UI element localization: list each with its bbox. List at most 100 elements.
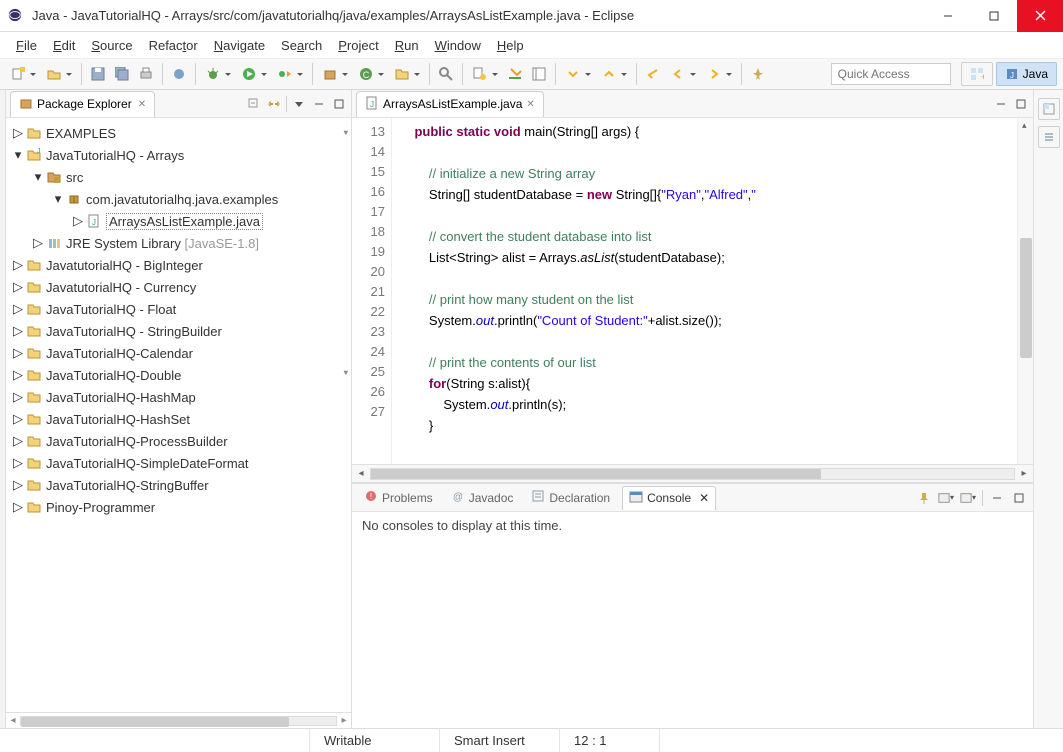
java-perspective-label: Java [1023, 67, 1048, 81]
tree-row[interactable]: ▷JavaTutorialHQ-HashMap [6, 386, 351, 408]
tree-row[interactable]: ▷JRE System Library [JavaSE-1.8] [6, 232, 351, 254]
library-icon [46, 235, 62, 251]
tab-javadoc[interactable]: @Javadoc [445, 486, 520, 509]
back-button[interactable] [666, 63, 700, 85]
line-gutter[interactable]: 131415161718192021222324252627 [352, 118, 392, 464]
search-button[interactable] [468, 63, 502, 85]
package-tree[interactable]: ▷EXAMPLES ▾JJavaTutorialHQ - Arrays ▾src… [6, 118, 351, 712]
open-type-button[interactable] [435, 63, 457, 85]
java-file-icon: J [86, 213, 102, 229]
tree-row[interactable]: ▷EXAMPLES [6, 122, 351, 144]
editor-tab[interactable]: J ArraysAsListExample.java ✕ [356, 91, 544, 117]
tree-row[interactable]: ▾src [6, 166, 351, 188]
menu-file[interactable]: File [8, 35, 45, 56]
minimize-console-button[interactable] [989, 490, 1005, 506]
restore-view-button[interactable] [1038, 98, 1060, 120]
tree-row[interactable]: ▷JavaTutorialHQ - StringBuilder [6, 320, 351, 342]
maximize-button[interactable] [971, 0, 1017, 32]
tree-row[interactable]: ▾com.javatutorialhq.java.examples [6, 188, 351, 210]
package-explorer-tab[interactable]: Package Explorer ✕ [10, 91, 155, 117]
minimize-editor-button[interactable] [993, 96, 1009, 112]
forward-button[interactable] [702, 63, 736, 85]
debug-button[interactable] [201, 63, 235, 85]
editor-hscroll[interactable]: ◂▸ [352, 464, 1033, 482]
tree-row[interactable]: ▷JavatutorialHQ - BigInteger [6, 254, 351, 276]
svg-text:J: J [1010, 71, 1014, 80]
tree-row[interactable]: ▷JavaTutorialHQ-StringBuffer [6, 474, 351, 496]
pin-editor-button[interactable] [747, 63, 769, 85]
java-perspective-button[interactable]: J Java [996, 62, 1057, 86]
editor-presentation-button[interactable] [528, 63, 550, 85]
minimize-view-button[interactable] [311, 96, 327, 112]
print-button[interactable] [135, 63, 157, 85]
close-icon[interactable]: ✕ [699, 491, 709, 505]
code-area[interactable]: public static void main(String[] args) {… [392, 118, 1017, 464]
new-class-button[interactable]: C [354, 63, 388, 85]
close-icon[interactable]: ✕ [526, 99, 534, 110]
svg-text:J: J [37, 148, 41, 155]
tree-row[interactable]: ▷JavatutorialHQ - Currency [6, 276, 351, 298]
run-last-button[interactable] [273, 63, 307, 85]
menu-source[interactable]: Source [83, 35, 140, 56]
save-all-button[interactable] [111, 63, 133, 85]
view-menu-button[interactable] [291, 96, 307, 112]
last-edit-button[interactable] [642, 63, 664, 85]
maximize-view-button[interactable] [331, 96, 347, 112]
svg-text:@: @ [453, 492, 463, 503]
close-button[interactable] [1017, 0, 1063, 32]
link-editor-button[interactable] [266, 96, 282, 112]
prev-annotation-button[interactable] [597, 63, 631, 85]
menu-navigate[interactable]: Navigate [206, 35, 273, 56]
tree-row[interactable]: ▷JavaTutorialHQ-HashSet [6, 408, 351, 430]
tree-row-selected[interactable]: ▷JArraysAsListExample.java [6, 210, 351, 232]
close-icon[interactable]: ✕ [138, 99, 146, 110]
toggle-mark-button[interactable] [504, 63, 526, 85]
explorer-hscroll[interactable]: ◂ ▸ [6, 712, 351, 728]
tree-row[interactable]: ▷Pinoy-Programmer [6, 496, 351, 518]
svg-text:!: ! [370, 492, 372, 501]
new-folder-button[interactable] [390, 63, 424, 85]
menu-window[interactable]: Window [427, 35, 489, 56]
tab-console[interactable]: Console✕ [622, 486, 716, 510]
next-annotation-button[interactable] [561, 63, 595, 85]
maximize-editor-button[interactable] [1013, 96, 1029, 112]
run-button[interactable] [237, 63, 271, 85]
maximize-console-button[interactable] [1011, 490, 1027, 506]
menu-refactor[interactable]: Refactor [141, 35, 206, 56]
pin-console-button[interactable] [916, 490, 932, 506]
open-button[interactable] [42, 63, 76, 85]
menu-edit[interactable]: Edit [45, 35, 83, 56]
eclipse-icon [8, 8, 24, 24]
tree-row[interactable]: ▷JavaTutorialHQ-ProcessBuilder [6, 430, 351, 452]
open-console-button[interactable]: +▾ [960, 490, 976, 506]
new-package-button[interactable] [318, 63, 352, 85]
tree-row[interactable]: ▾JJavaTutorialHQ - Arrays [6, 144, 351, 166]
menu-help[interactable]: Help [489, 35, 532, 56]
skip-breakpoints-button[interactable] [168, 63, 190, 85]
svg-text:J: J [370, 100, 374, 109]
menu-project[interactable]: Project [330, 35, 386, 56]
window-title: Java - JavaTutorialHQ - Arrays/src/com/j… [32, 8, 925, 23]
save-button[interactable] [87, 63, 109, 85]
tree-row[interactable]: ▷JavaTutorialHQ - Float [6, 298, 351, 320]
open-perspective-button[interactable]: + [961, 62, 993, 86]
collapse-all-button[interactable] [246, 96, 262, 112]
console-body: No consoles to display at this time. [352, 512, 1033, 728]
menu-run[interactable]: Run [387, 35, 427, 56]
quick-access-input[interactable] [831, 63, 951, 85]
project-icon [26, 257, 42, 273]
project-icon [26, 279, 42, 295]
tree-row[interactable]: ▷JavaTutorialHQ-Double [6, 364, 351, 386]
tree-row[interactable]: ▷JavaTutorialHQ-SimpleDateFormat [6, 452, 351, 474]
display-console-button[interactable]: ▾ [938, 490, 954, 506]
menu-search[interactable]: Search [273, 35, 330, 56]
project-icon [26, 411, 42, 427]
overview-ruler[interactable]: ▴ [1017, 118, 1033, 464]
outline-view-button[interactable] [1038, 126, 1060, 148]
project-icon: J [26, 147, 42, 163]
tab-problems[interactable]: !Problems [358, 486, 439, 509]
tab-declaration[interactable]: Declaration [525, 486, 616, 509]
tree-row[interactable]: ▷JavaTutorialHQ-Calendar [6, 342, 351, 364]
minimize-button[interactable] [925, 0, 971, 32]
new-button[interactable] [6, 63, 40, 85]
